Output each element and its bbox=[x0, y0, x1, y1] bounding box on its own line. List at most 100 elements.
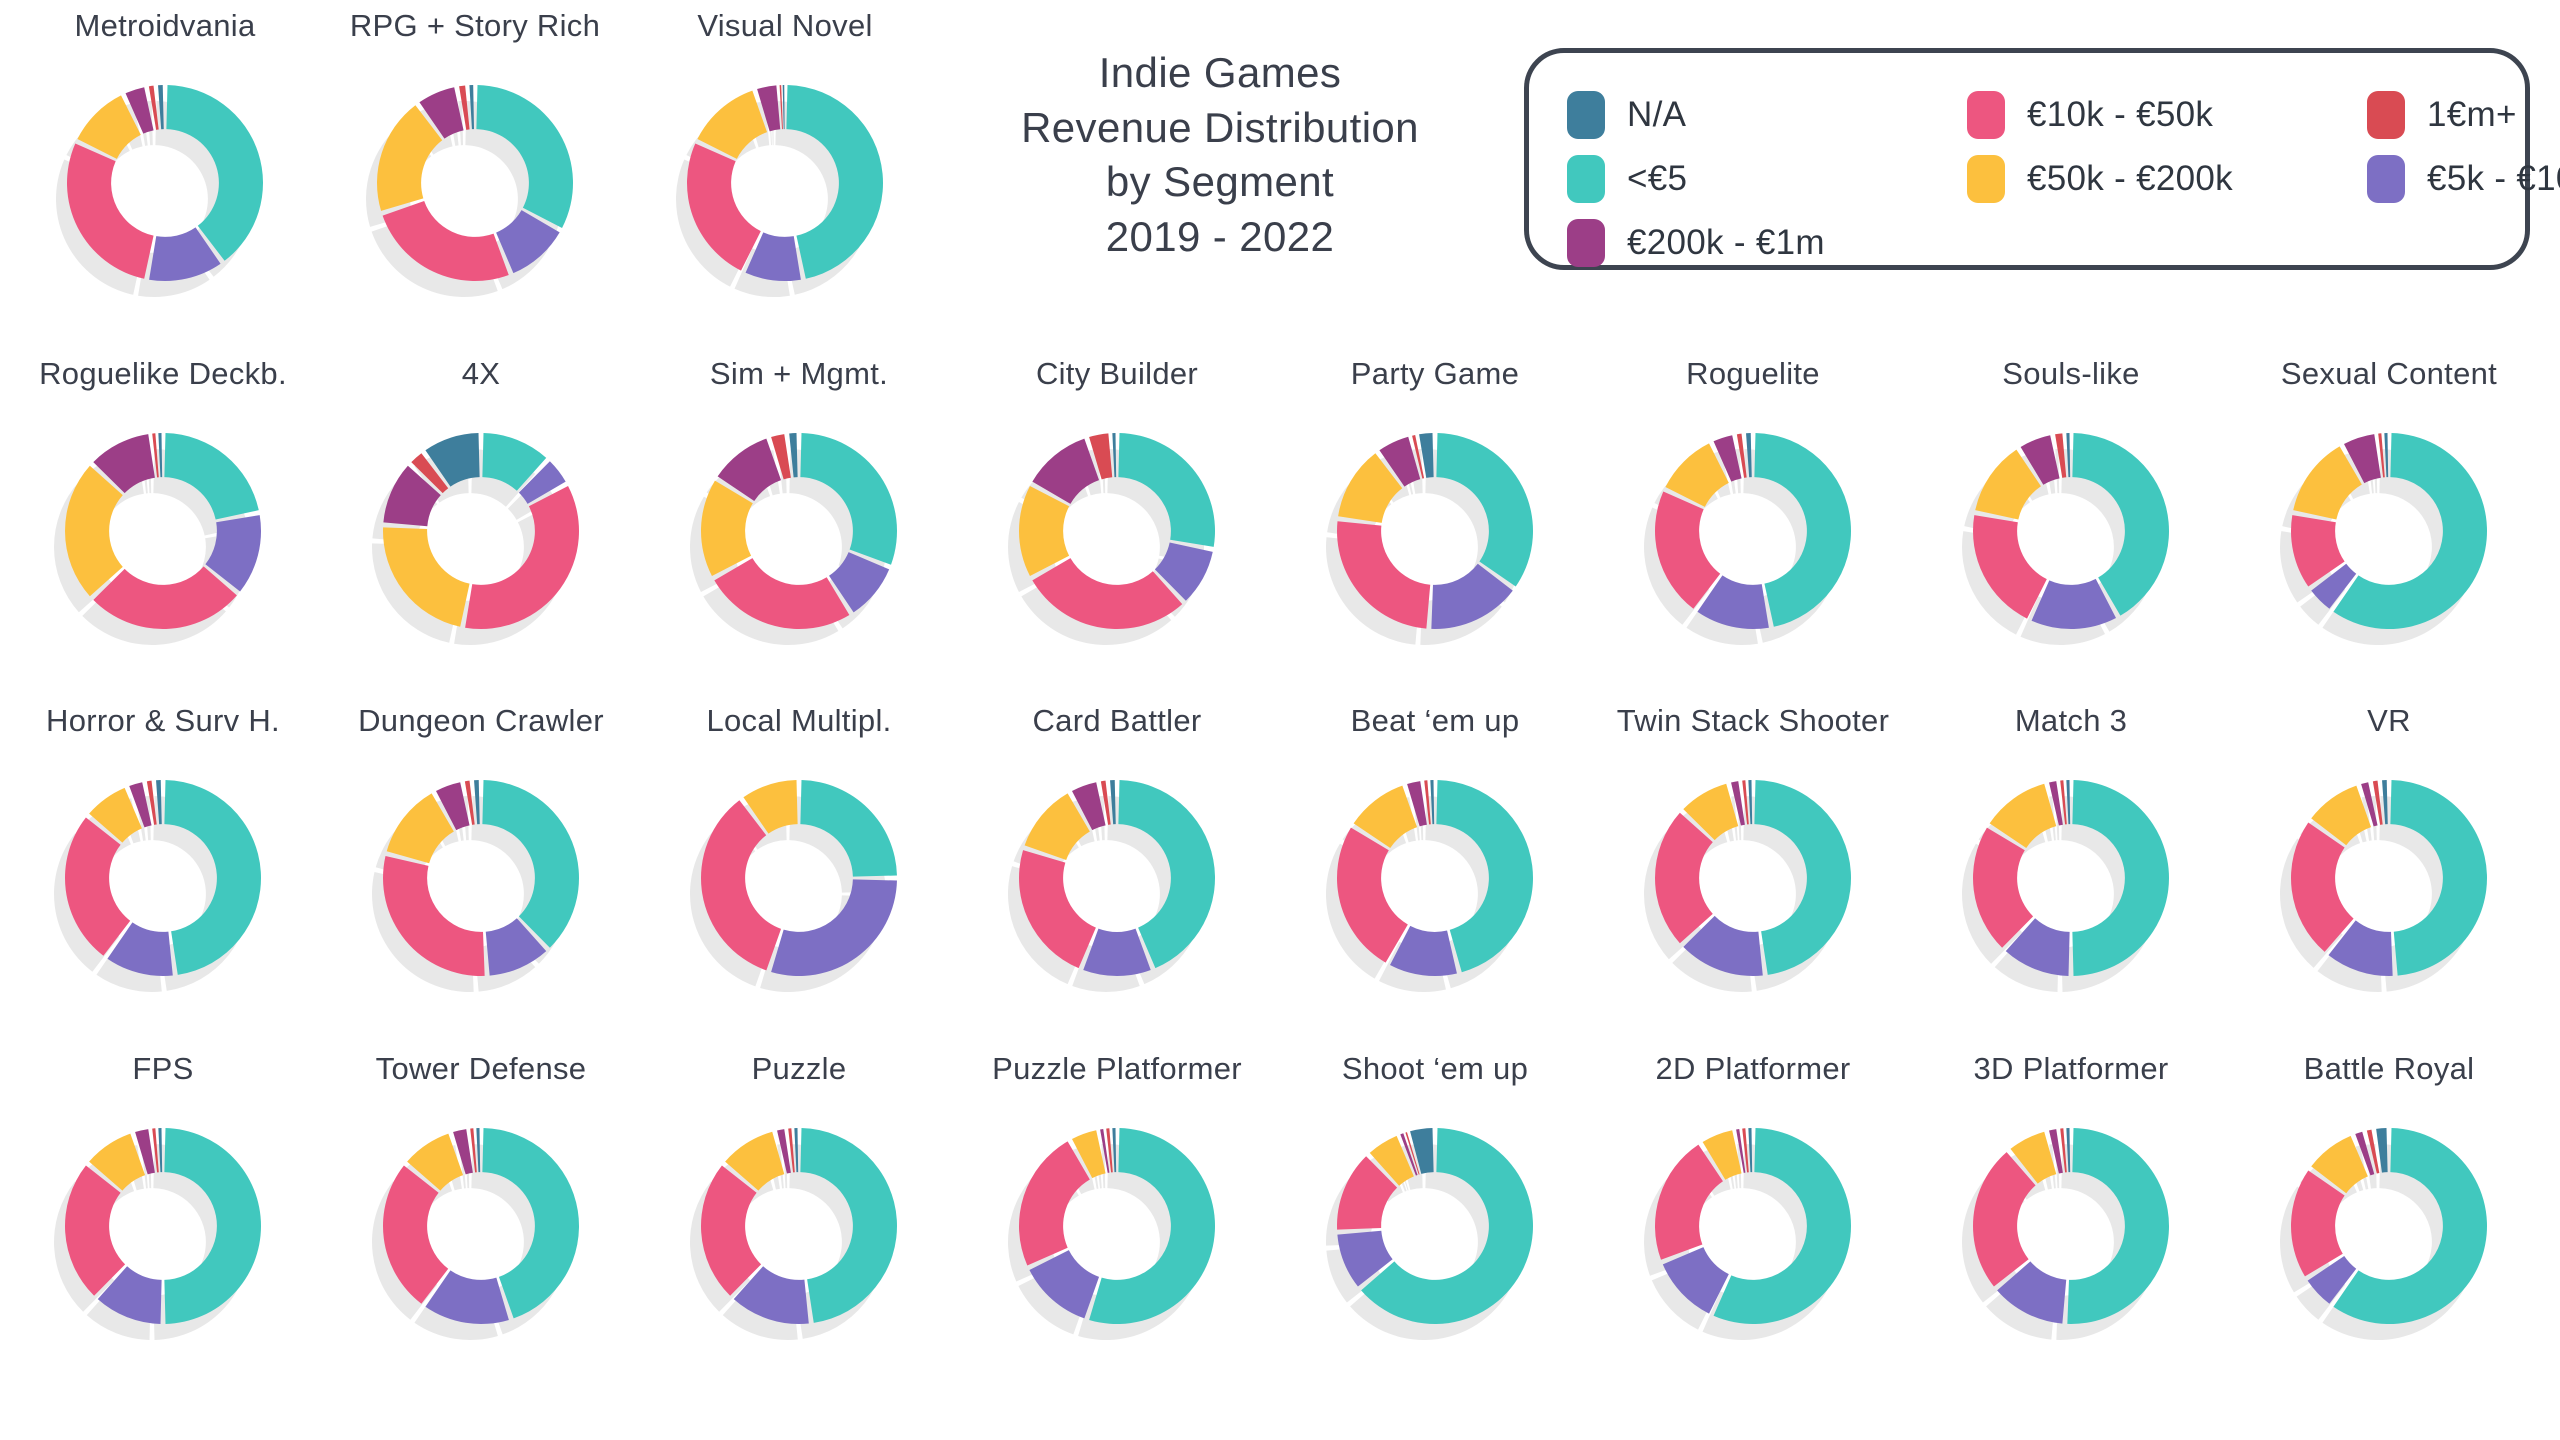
donut-panel-title: Sexual Content bbox=[2280, 356, 2498, 391]
donut-chart: <€5: 40%€5k - €10k: 13%€10k - €50k: 29%€… bbox=[33, 51, 297, 315]
legend-item-e1m_plus[interactable]: 1€m+ bbox=[2367, 83, 2537, 147]
donut-panel: 3D Platformer <€5: 51%€5k - €10k: 13%€10k… bbox=[1926, 1053, 2216, 1358]
donut-panel-title: Roguelike Deckb. bbox=[39, 356, 287, 391]
donut-panel: Local Multipl. <€5: 25%€5k - €10k: 30%€10… bbox=[654, 705, 944, 1010]
donut-chart: <€5: 57%€5k - €10k: 12%€10k - €50k: 22%€… bbox=[1621, 1094, 1885, 1358]
chart-title-line-2: Revenue Distribution bbox=[1021, 103, 1419, 151]
legend-item-lt_e5[interactable]: <€5 bbox=[1567, 147, 1967, 211]
donut-panel-title: Match 3 bbox=[2014, 703, 2128, 738]
donut-chart: <€5: 64%€5k - €10k: 10%€10k - €50k: 14%€… bbox=[1303, 1094, 1567, 1358]
donut-chart: <€5: 48%€5k - €10k: 15%€10k - €50k: 24%€… bbox=[1621, 746, 1885, 1010]
donut-panel: Roguelite <€5: 47%€5k - €10k: 13%€10k - €… bbox=[1608, 358, 1898, 663]
donut-panel-title: Shoot ‘em up bbox=[1341, 1051, 1529, 1086]
legend-swatch-e10k_50k bbox=[1967, 91, 2005, 139]
donut-panel-title: Puzzle Platformer bbox=[992, 1051, 1242, 1086]
donut-panel: Puzzle <€5: 48%€5k - €10k: 14%€10k - €50k… bbox=[654, 1053, 944, 1358]
donut-panel-title: Visual Novel bbox=[697, 8, 873, 43]
donut-chart: <€5: 46%€5k - €10k: 12%€10k - €50k: 26%€… bbox=[1303, 746, 1567, 1010]
donut-slice[interactable]: €10k - €50k: 26% bbox=[1337, 521, 1431, 629]
donut-panel: Card Battler <€5: 44%€5k - €10k: 12%€10k … bbox=[972, 705, 1262, 1010]
donut-slice[interactable]: €50k - €200k: 23% bbox=[383, 527, 470, 627]
donut-chart: <€5: 48%€5k - €10k: 12%€10k - €50k: 26%€… bbox=[31, 746, 295, 1010]
donut-panel-title: FPS bbox=[132, 1051, 194, 1086]
donut-panel: Sim + Mgmt. <€5: 31%€5k - €10k: 10%€10k -… bbox=[654, 358, 944, 663]
donut-slice[interactable]: <€5: 35% bbox=[1436, 433, 1533, 587]
donut-slice[interactable]: <€5: 33% bbox=[476, 85, 573, 229]
legend-label-lt_e5: <€5 bbox=[1627, 159, 1688, 198]
donut-chart: <€5: 28%€5k - €10k: 10%€10k - €50k: 29%€… bbox=[985, 399, 1249, 663]
legend-label-e1m_plus: 1€m+ bbox=[2427, 95, 2517, 134]
legend-item-e200k_1m[interactable]: €200k - €1m bbox=[1567, 211, 1967, 275]
donut-slice[interactable]: <€5: 55% bbox=[1089, 1128, 1215, 1324]
donut-panel-title: Roguelite bbox=[1686, 356, 1820, 391]
donut-panel-title: Party Game bbox=[1350, 356, 1520, 391]
donut-panel-title: Metroidvania bbox=[74, 8, 256, 43]
donut-panel: VR <€5: 49%€5k - €10k: 12%€10k - €50k: 24… bbox=[2244, 705, 2534, 1010]
chart-title: Indie Games Revenue Distribution by Segm… bbox=[980, 46, 1460, 264]
donut-panel-title: Sim + Mgmt. bbox=[709, 356, 889, 391]
donut-panel-title: Horror & Surv H. bbox=[46, 703, 280, 738]
donut-slice[interactable]: €5k - €10k: 30% bbox=[771, 879, 897, 976]
donut-panel-title: 2D Platformer bbox=[1655, 1051, 1851, 1086]
donut-panel: Twin Stack Shooter <€5: 48%€5k - €10k: 15… bbox=[1608, 705, 1898, 1010]
donut-panel: Sexual Content <€5: 60%€5k - €10k: 5%€10k… bbox=[2244, 358, 2534, 663]
legend-swatch-e50k_200k bbox=[1967, 155, 2005, 203]
donut-chart: <€5: 22%€5k - €10k: 14%€10k - €50k: 27%€… bbox=[31, 399, 295, 663]
legend-swatch-e5k_10k bbox=[2367, 155, 2405, 203]
donut-panel-title: RPG + Story Rich bbox=[349, 8, 601, 43]
donut-chart: <€5: 38%€5k - €10k: 11%€10k - €50k: 30%€… bbox=[349, 746, 613, 1010]
donut-panel-title: City Builder bbox=[1035, 356, 1199, 391]
donut-chart: <€5: 25%€5k - €10k: 30%€10k - €50k: 35%€… bbox=[667, 746, 931, 1010]
donut-chart: <€5: 50%€5k - €10k: 12%€10k - €50k: 22%€… bbox=[1939, 746, 2203, 1010]
donut-chart: <€5: 51%€5k - €10k: 13%€10k - €50k: 25%€… bbox=[1939, 1094, 2203, 1358]
donut-chart: <€5: 31%€5k - €10k: 10%€10k - €50k: 26%€… bbox=[667, 399, 931, 663]
donut-panel-title: Local Multipl. bbox=[706, 703, 892, 738]
donut-panel-title: Card Battler bbox=[1032, 703, 1202, 738]
legend-item-e50k_200k[interactable]: €50k - €200k bbox=[1967, 147, 2367, 211]
donut-chart: <€5: 42%€5k - €10k: 15%€10k - €50k: 21%€… bbox=[1939, 399, 2203, 663]
chart-title-line-4: 2019 - 2022 bbox=[1105, 212, 1335, 260]
donut-panel: Beat ‘em up <€5: 46%€5k - €10k: 12%€10k -… bbox=[1290, 705, 1580, 1010]
donut-panel: Match 3 <€5: 50%€5k - €10k: 12%€10k - €50… bbox=[1926, 705, 2216, 1010]
donut-panel-title: Twin Stack Shooter bbox=[1616, 703, 1890, 738]
donut-panel: Battle Royal <€5: 60%€5k - €10k: 6%€10k -… bbox=[2244, 1053, 2534, 1358]
donut-chart: <€5: 33%€5k - €10k: 11%€10k - €50k: 26%€… bbox=[343, 51, 607, 315]
legend-item-e10k_50k[interactable]: €10k - €50k bbox=[1967, 83, 2367, 147]
chart-title-line-1: Indie Games bbox=[1098, 49, 1342, 96]
donut-panel: Shoot ‘em up <€5: 64%€5k - €10k: 10%€10k … bbox=[1290, 1053, 1580, 1358]
donut-slice[interactable]: <€5: 22% bbox=[164, 433, 259, 520]
donut-chart: <€5: 60%€5k - €10k: 5%€10k - €50k: 13%€5… bbox=[2257, 399, 2521, 663]
donut-panel: 4X <€5: 12%€5k - €10k: 5%€10k - €50k: 36%… bbox=[336, 358, 626, 663]
donut-chart: <€5: 45%€5k - €10k: 15%€10k - €50k: 26%€… bbox=[349, 1094, 613, 1358]
chart-title-line-3: by Segment bbox=[1105, 158, 1335, 206]
donut-panel: Visual Novel <€5: 47%€5k - €10k: 10%€10k … bbox=[640, 10, 930, 315]
donut-panel: Party Game <€5: 35%€5k - €10k: 16%€10k - … bbox=[1290, 358, 1580, 663]
legend-swatch-e200k_1m bbox=[1567, 219, 1605, 267]
legend-item-e5k_10k[interactable]: €5k - €10k bbox=[2367, 147, 2560, 211]
legend-label-e5k_10k: €5k - €10k bbox=[2427, 159, 2560, 198]
donut-panel: Metroidvania <€5: 40%€5k - €10k: 13%€10k … bbox=[20, 10, 310, 315]
legend-label-e10k_50k: €10k - €50k bbox=[2027, 95, 2214, 134]
donut-panel: RPG + Story Rich <€5: 33%€5k - €10k: 11%€… bbox=[330, 10, 620, 315]
donut-panel: 2D Platformer <€5: 57%€5k - €10k: 12%€10k… bbox=[1608, 1053, 1898, 1358]
donut-panel: Souls-like <€5: 42%€5k - €10k: 15%€10k - … bbox=[1926, 358, 2216, 663]
donut-chart: <€5: 48%€5k - €10k: 14%€10k - €50k: 24%€… bbox=[667, 1094, 931, 1358]
legend-item-na[interactable]: N/A bbox=[1567, 83, 1967, 147]
donut-panel-title: Puzzle bbox=[751, 1051, 847, 1086]
donut-panel-title: 3D Platformer bbox=[1973, 1051, 2169, 1086]
legend-label-e200k_1m: €200k - €1m bbox=[1627, 223, 1825, 262]
donut-panel: Dungeon Crawler <€5: 38%€5k - €10k: 11%€1… bbox=[336, 705, 626, 1010]
donut-panel-title: Beat ‘em up bbox=[1350, 703, 1520, 738]
donut-panel-title: Tower Defense bbox=[375, 1051, 587, 1086]
donut-chart: <€5: 12%€5k - €10k: 5%€10k - €50k: 36%€5… bbox=[349, 399, 613, 663]
donut-panel-title: Souls-like bbox=[2002, 356, 2140, 391]
donut-chart: <€5: 47%€5k - €10k: 10%€10k - €50k: 25%€… bbox=[653, 51, 917, 315]
donut-panel: Puzzle Platformer <€5: 55%€5k - €10k: 13%… bbox=[972, 1053, 1262, 1358]
donut-panel-title: VR bbox=[2367, 703, 2411, 738]
legend-swatch-lt_e5 bbox=[1567, 155, 1605, 203]
donut-chart: <€5: 60%€5k - €10k: 6%€10k - €50k: 19%€5… bbox=[2257, 1094, 2521, 1358]
donut-chart: <€5: 55%€5k - €10k: 13%€10k - €50k: 24%€… bbox=[985, 1094, 1249, 1358]
donut-chart: <€5: 44%€5k - €10k: 12%€10k - €50k: 24%€… bbox=[985, 746, 1249, 1010]
donut-panel-title: Dungeon Crawler bbox=[358, 703, 604, 738]
donut-panel: Roguelike Deckb. <€5: 22%€5k - €10k: 14%€… bbox=[18, 358, 308, 663]
